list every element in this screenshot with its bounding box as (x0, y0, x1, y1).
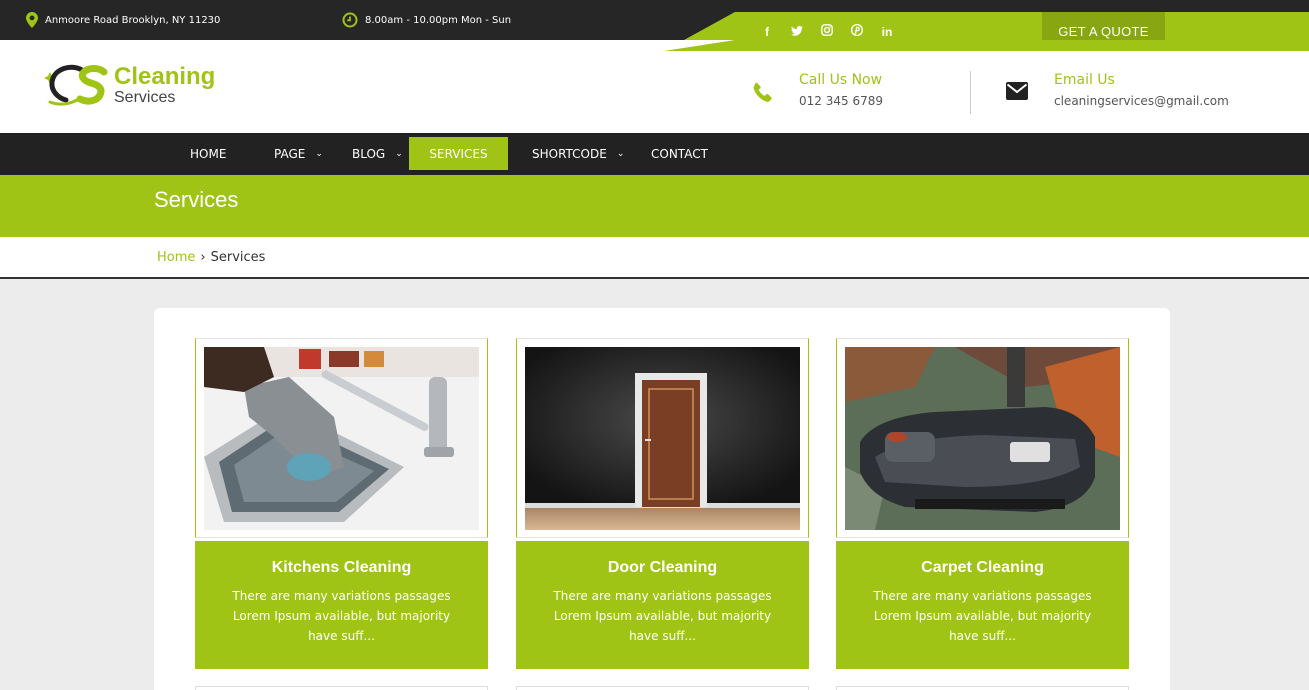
logo-line1: Cleaning (114, 62, 216, 90)
door-image (525, 347, 800, 530)
hours-info: 8.00am - 10.00pm Mon - Sun (342, 0, 511, 40)
email-address[interactable]: cleaningservices@gmail.com (1054, 94, 1229, 108)
call-us-title: Call Us Now (799, 72, 883, 88)
service-image-frame (195, 338, 488, 538)
phone-number[interactable]: 012 345 6789 (799, 94, 883, 108)
service-title[interactable]: Door Cleaning (516, 559, 809, 577)
service-card-body: Door Cleaning There are many variations … (516, 541, 809, 669)
service-card[interactable]: Carpet Cleaning There are many variation… (836, 338, 1129, 669)
breadcrumb-separator: › (200, 250, 206, 265)
service-card-body: Kitchens Cleaning There are many variati… (195, 541, 488, 669)
nav-item-blog[interactable]: BLOG ⌄ (352, 133, 403, 175)
address-text: Anmoore Road Brooklyn, NY 11230 (45, 14, 221, 26)
twitter-icon[interactable] (782, 25, 812, 39)
chevron-down-icon: ⌄ (616, 149, 625, 159)
nav-item-home[interactable]: HOME (190, 133, 226, 175)
call-us-block: Call Us Now 012 345 6789 (753, 72, 883, 108)
nav-label: PAGE (274, 147, 306, 161)
envelope-icon (1006, 82, 1028, 100)
service-title[interactable]: Kitchens Cleaning (195, 559, 488, 577)
map-pin-icon (26, 12, 38, 28)
pinterest-icon[interactable] (842, 23, 872, 39)
nav-item-shortcode[interactable]: SHORTCODE ⌄ (532, 133, 624, 175)
nav-label: SERVICES (429, 146, 488, 161)
carpet-vacuum-image (845, 347, 1120, 530)
clock-icon (342, 12, 358, 28)
breadcrumb-bar: Home › Services (0, 237, 1309, 279)
breadcrumb-home-link[interactable]: Home (157, 250, 195, 265)
nav-label: BLOG (352, 147, 386, 161)
chevron-down-icon: ⌄ (315, 149, 323, 159)
nav-label: HOME (190, 147, 227, 161)
address-info: Anmoore Road Brooklyn, NY 11230 (26, 0, 220, 40)
logo-mark-icon (44, 64, 108, 106)
service-excerpt: There are many variations passages Lorem… (232, 589, 451, 643)
nav-item-page[interactable]: PAGE ⌄ (274, 133, 323, 175)
nav-item-services[interactable]: SERVICES (409, 137, 508, 170)
email-us-title: Email Us (1054, 72, 1115, 88)
site-logo[interactable]: Cleaning Services (42, 62, 215, 108)
nav-item-contact[interactable]: CONTACT (651, 133, 708, 175)
kitchen-sink-image (204, 347, 479, 530)
service-card[interactable] (516, 686, 809, 690)
main-navigation: HOME PAGE ⌄ BLOG ⌄ SERVICES SHORTCODE ⌄ CON… (0, 133, 1309, 175)
service-card-body: Carpet Cleaning There are many variation… (836, 541, 1129, 669)
hours-text: 8.00am - 10.00pm Mon - Sun (365, 14, 512, 26)
service-card[interactable]: Door Cleaning There are many variations … (516, 338, 809, 669)
topbar-accent-shape-lower (664, 40, 1309, 51)
nav-label: SHORTCODE (532, 147, 607, 161)
chevron-down-icon: ⌄ (395, 149, 403, 159)
email-us-block: Email Us cleaningservices@gmail.com (1006, 72, 1229, 108)
phone-icon (753, 82, 772, 102)
instagram-icon[interactable] (812, 24, 842, 39)
service-card[interactable] (836, 686, 1129, 690)
service-card[interactable]: Kitchens Cleaning There are many variati… (195, 338, 488, 669)
service-card[interactable] (195, 686, 488, 690)
service-title[interactable]: Carpet Cleaning (836, 559, 1129, 577)
breadcrumb: Home › Services (157, 250, 265, 265)
service-image-frame (836, 338, 1129, 538)
facebook-icon[interactable]: f (752, 25, 782, 39)
service-excerpt: There are many variations passages Lorem… (873, 589, 1092, 643)
logo-line2: Services (114, 88, 176, 106)
page-title: Services (154, 187, 239, 212)
service-excerpt: There are many variations passages Lorem… (553, 589, 772, 643)
logo-text: Cleaning Services (114, 62, 216, 106)
service-image-frame (516, 338, 809, 538)
header-divider (970, 71, 971, 114)
nav-label: CONTACT (651, 147, 708, 161)
page-title-bar: Services (0, 175, 1309, 237)
breadcrumb-current: Services (210, 250, 266, 265)
linkedin-icon[interactable]: in (872, 25, 902, 39)
